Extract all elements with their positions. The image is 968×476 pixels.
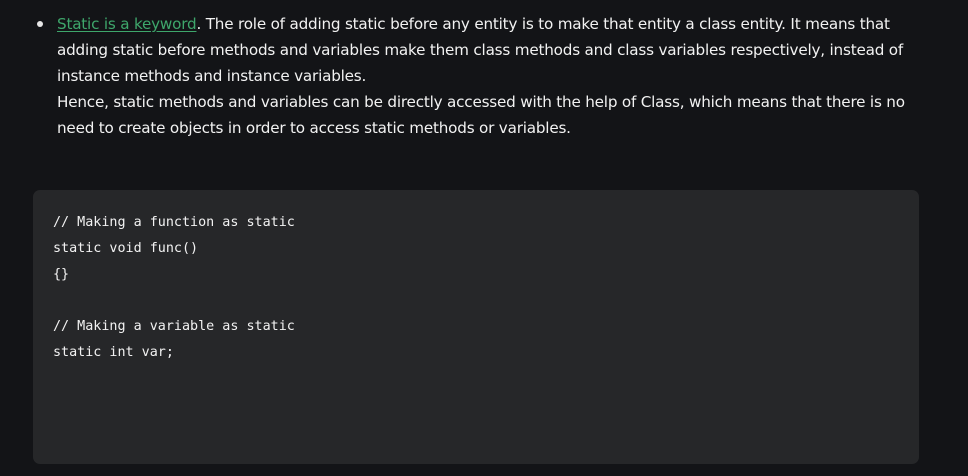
- paragraph-2: Hence, static methods and variables can …: [57, 93, 905, 137]
- code-line: static void func(): [53, 241, 199, 256]
- content-list: Static is a keyword. The role of adding …: [36, 11, 936, 141]
- code-line: // Making a variable as static: [53, 319, 295, 334]
- list-item: Static is a keyword. The role of adding …: [36, 11, 936, 141]
- static-keyword-link[interactable]: Static is a keyword: [57, 15, 197, 33]
- code-block: // Making a function as static static vo…: [33, 190, 919, 464]
- code-line: // Making a function as static: [53, 215, 295, 230]
- bullet-icon: [37, 21, 43, 27]
- code-line: static int var;: [53, 345, 174, 360]
- code-line: {}: [53, 267, 70, 282]
- paragraph-1: Static is a keyword. The role of adding …: [57, 15, 903, 85]
